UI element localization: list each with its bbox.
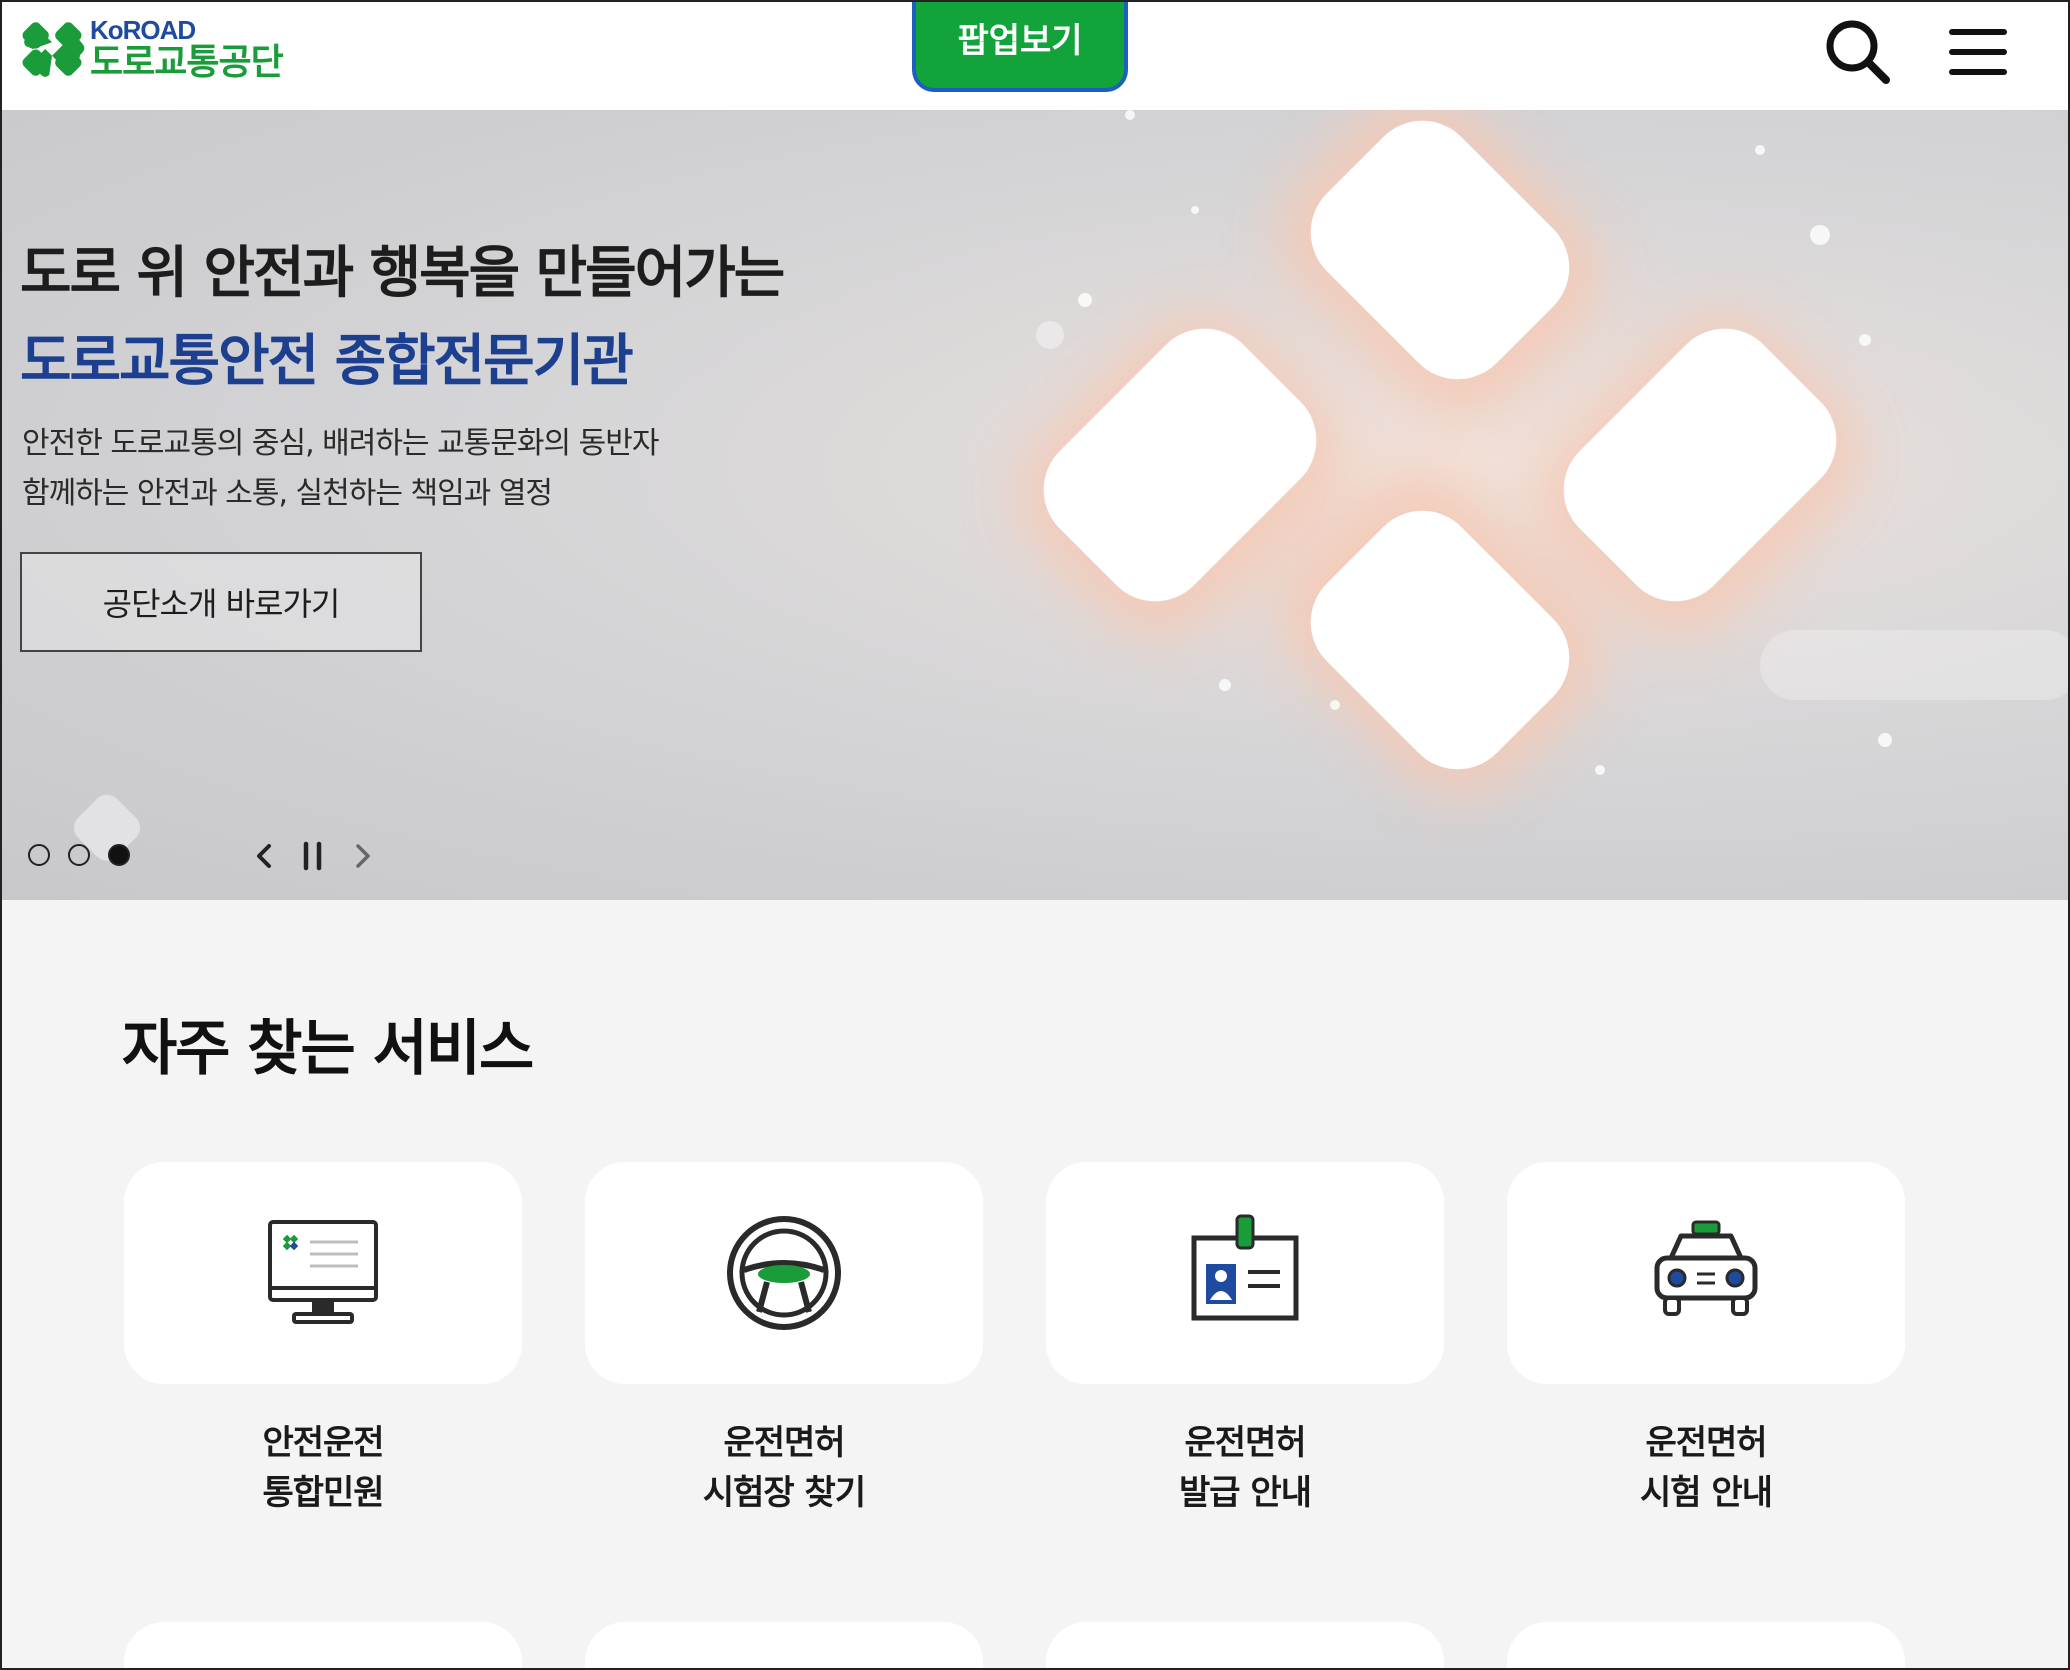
chevron-right-icon — [356, 844, 370, 868]
koroad-logo[interactable]: KoROAD 도로교통공단 — [18, 14, 288, 84]
slide-pause-button[interactable] — [292, 836, 332, 876]
service-label-license-test-guide: 운전면허 시험 안내 — [1507, 1418, 1905, 1518]
slide-next-button[interactable] — [342, 836, 382, 876]
hero-subtext-line1: 안전한 도로교통의 중심, 배려하는 교통문화의 동반자 — [22, 426, 659, 461]
service-card-license-test-site[interactable] — [585, 1162, 983, 1384]
pause-icon — [303, 841, 322, 871]
steering-wheel-icon — [727, 1216, 841, 1330]
service-label-line1: 안전운전 — [262, 1423, 384, 1463]
slide-dot-2[interactable] — [68, 844, 90, 866]
service-card-license-issuance[interactable] — [1046, 1162, 1444, 1384]
logo-text: KoROAD 도로교통공단 — [90, 15, 284, 83]
service-label-line1: 운전면허 — [1184, 1423, 1306, 1463]
service-label-safe-driving-civil: 안전운전 통합민원 — [124, 1418, 522, 1518]
logo-english-name: KoROAD — [90, 15, 196, 45]
hamburger-menu-icon — [1949, 29, 2007, 75]
slide-indicators — [28, 844, 130, 866]
service-label-line1: 운전면허 — [723, 1423, 845, 1463]
service-label-line1: 운전면허 — [1645, 1423, 1767, 1463]
service-card-row2-2[interactable] — [585, 1622, 983, 1670]
site-header: KoROAD 도로교통공단 팝업보기 — [0, 0, 2070, 110]
service-label-license-issuance: 운전면허 발급 안내 — [1046, 1418, 1444, 1518]
service-card-safe-driving-civil[interactable] — [124, 1162, 522, 1384]
hero-banner: 도로 위 안전과 행복을 만들어가는 도로교통안전 종합전문기관 안전한 도로교… — [0, 110, 2070, 900]
search-button[interactable] — [1822, 16, 1894, 88]
popup-view-button[interactable]: 팝업보기 — [912, 0, 1128, 92]
slide-prev-button[interactable] — [245, 836, 285, 876]
hero-subtext-line2: 함께하는 안전과 소통, 실천하는 책임과 열정 — [22, 476, 553, 511]
service-label-line2: 발급 안내 — [1179, 1473, 1312, 1513]
service-card-row2-4[interactable] — [1507, 1622, 1905, 1670]
frequent-services-title: 자주 찾는 서비스 — [122, 1014, 534, 1084]
search-icon — [1826, 20, 1890, 84]
hero-headline: 도로 위 안전과 행복을 만들어가는 — [20, 241, 785, 306]
service-label-line2: 시험장 찾기 — [702, 1473, 866, 1513]
about-agency-button[interactable]: 공단소개 바로가기 — [20, 552, 422, 652]
slide-dot-3[interactable] — [108, 844, 130, 866]
service-card-row2-1[interactable] — [124, 1622, 522, 1670]
chevron-left-icon — [257, 844, 271, 868]
service-card-license-test-guide[interactable] — [1507, 1162, 1905, 1384]
logo-korean-name: 도로교통공단 — [90, 42, 284, 83]
service-label-line2: 시험 안내 — [1640, 1473, 1773, 1513]
taxi-car-icon — [1654, 1220, 1758, 1316]
hero-headline-highlight: 도로교통안전 종합전문기관 — [20, 329, 634, 394]
slide-dot-1[interactable] — [28, 844, 50, 866]
service-label-line2: 통합민원 — [262, 1473, 384, 1513]
koroad-logo-mark-icon — [22, 22, 85, 77]
id-card-icon — [1191, 1214, 1299, 1321]
service-card-row2-3[interactable] — [1046, 1622, 1444, 1670]
service-label-license-test-site: 운전면허 시험장 찾기 — [585, 1418, 983, 1518]
menu-button[interactable] — [1942, 16, 2014, 88]
computer-monitor-icon — [268, 1220, 378, 1324]
